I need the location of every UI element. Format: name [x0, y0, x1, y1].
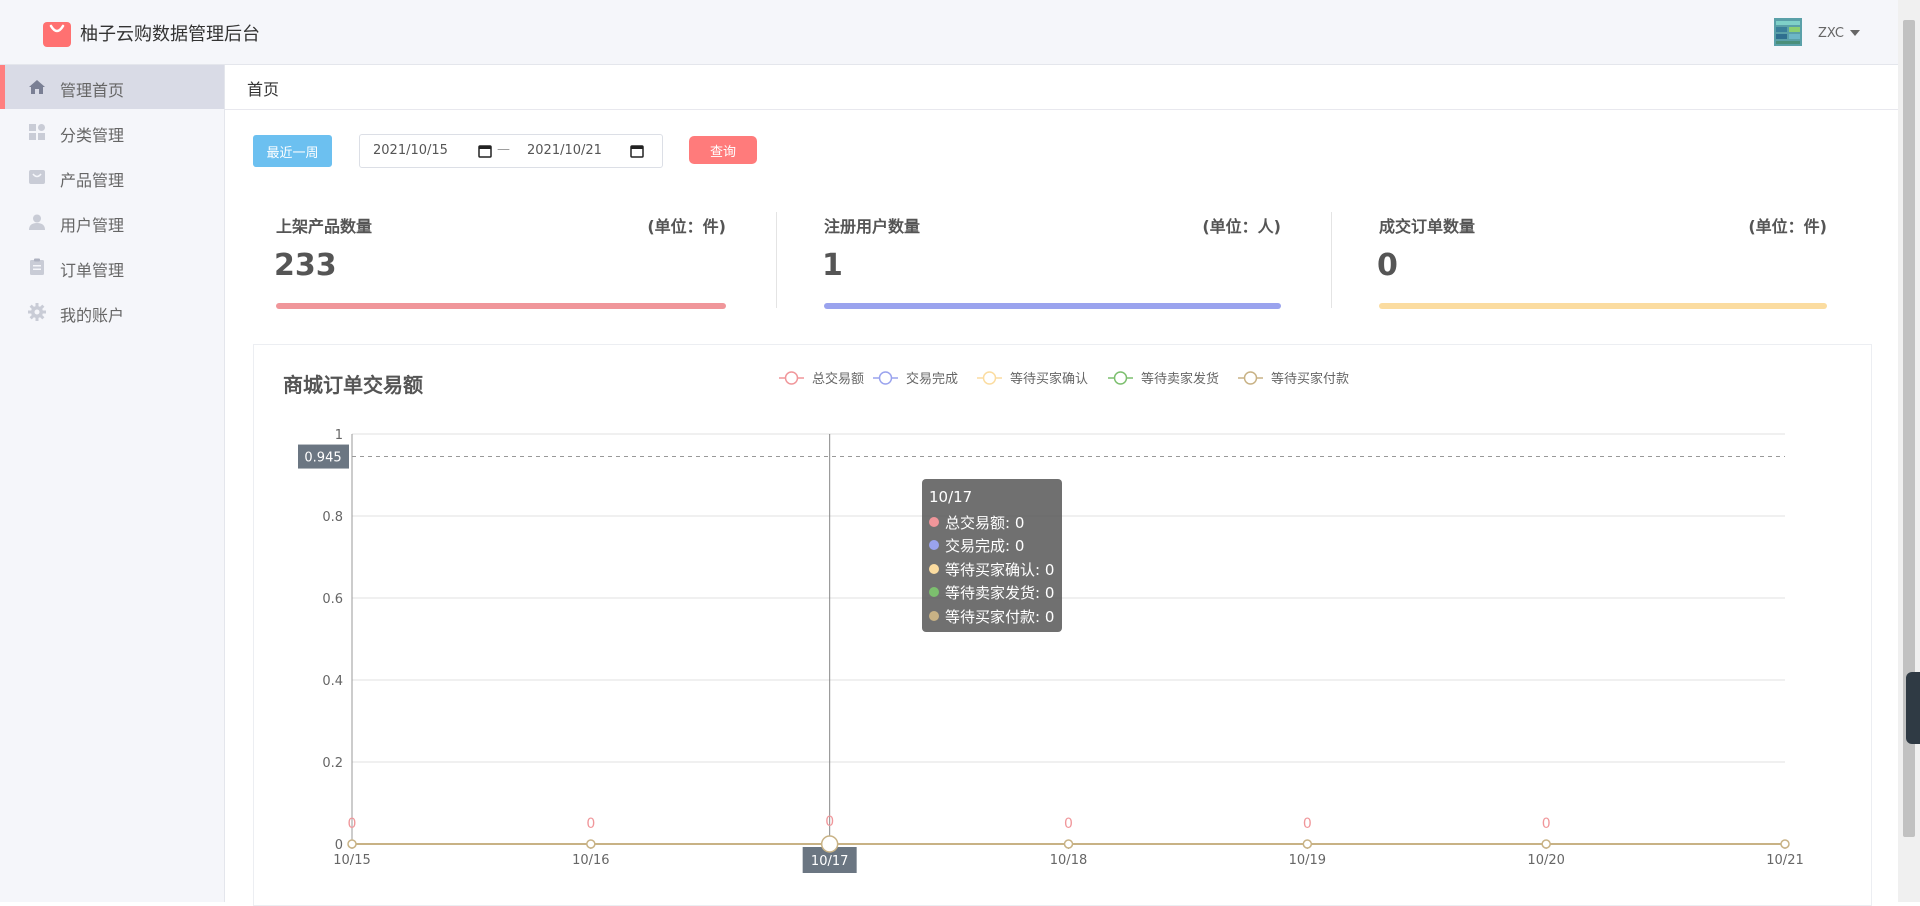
chart-title: 商城订单交易额 — [283, 373, 423, 397]
stat-card-users: 注册用户数量 (单位：人) 1 — [822, 200, 1281, 315]
stat-title: 注册用户数量 — [824, 217, 921, 236]
sidebar-item-label: 订单管理 — [60, 261, 125, 280]
tooltip-text: 等待买家付款: 0 — [945, 607, 1055, 626]
stat-card-products: 上架产品数量 (单位：件) 233 — [274, 200, 726, 315]
date-separator: — — [497, 142, 510, 157]
app-title: 柚子云购数据管理后台 — [80, 24, 260, 45]
stat-title: 上架产品数量 — [276, 217, 373, 236]
sidebar-item-product[interactable]: 产品管理 — [0, 155, 224, 199]
home-icon — [29, 80, 45, 94]
sidebar-item-account[interactable]: 我的账户 — [0, 290, 224, 334]
tooltip-text: 等待买家确认: 0 — [945, 560, 1055, 579]
tooltip-title: 10/17 — [929, 488, 973, 506]
stat-unit: (单位：件) — [1748, 217, 1827, 236]
legend-dot — [929, 517, 939, 527]
stat-value: 233 — [274, 248, 337, 283]
sidebar-item-label: 产品管理 — [60, 171, 125, 190]
sidebar-item-label: 管理首页 — [60, 81, 125, 100]
sidebar-item-orders[interactable]: 订单管理 — [0, 245, 224, 289]
calendar-icon[interactable] — [478, 144, 492, 158]
sidebar-item-category[interactable]: 分类管理 — [0, 110, 224, 154]
tooltip-text: 总交易额: 0 — [945, 513, 1025, 532]
stat-unit: (单位：件) — [647, 217, 726, 236]
sidebar-item-label: 我的账户 — [60, 306, 125, 325]
legend-dot — [929, 587, 939, 597]
user-icon — [29, 214, 45, 230]
legend-dot — [929, 564, 939, 574]
sidebar: 管理首页 分类管理 产品管理 用户管理 订单管理 我的账户 — [0, 65, 225, 902]
legend-dot — [929, 611, 939, 621]
divider — [776, 212, 777, 308]
breadcrumb-bar: 首页 — [225, 65, 1898, 110]
stat-unit: (单位：人) — [1202, 217, 1281, 236]
last-week-button[interactable]: 最近一周 — [253, 135, 332, 167]
start-date-input[interactable]: 2021/10/15 — [373, 143, 448, 158]
tooltip-row: 交易完成: 0 — [929, 534, 1024, 556]
tooltip-row: 等待买家付款: 0 — [929, 605, 1054, 627]
stat-card-orders: 成交订单数量 (单位：件) 0 — [1377, 200, 1827, 315]
product-icon — [29, 170, 45, 184]
chart-panel — [253, 344, 1872, 906]
sidebar-item-label: 用户管理 — [60, 216, 125, 235]
user-menu[interactable]: ZXC — [1818, 24, 1860, 42]
scrollbar[interactable] — [1898, 0, 1920, 902]
stat-bar — [276, 303, 726, 309]
legend-dot — [929, 540, 939, 550]
calendar-icon[interactable] — [630, 144, 644, 158]
stat-bar — [824, 303, 1281, 309]
breadcrumb[interactable]: 首页 — [247, 76, 279, 100]
chart-tooltip: 10/17 总交易额: 0 交易完成: 0 等待买家确认: 0 等待卖家发货: … — [922, 479, 1062, 632]
tooltip-text: 交易完成: 0 — [945, 536, 1025, 555]
tooltip-row: 等待买家确认: 0 — [929, 558, 1054, 580]
avatar[interactable] — [1774, 18, 1802, 46]
tooltip-text: 等待卖家发货: 0 — [945, 583, 1055, 602]
chevron-down-icon — [1849, 30, 1860, 36]
shopping-bag-icon — [43, 22, 71, 47]
date-range-picker[interactable]: 2021/10/15 — 2021/10/21 — [359, 134, 663, 168]
order-icon — [30, 258, 44, 275]
sidebar-item-users[interactable]: 用户管理 — [0, 200, 224, 244]
stat-bar — [1379, 303, 1827, 309]
sidebar-item-home[interactable]: 管理首页 — [0, 65, 224, 109]
stat-title: 成交订单数量 — [1379, 217, 1476, 236]
tooltip-row: 等待卖家发货: 0 — [929, 581, 1054, 603]
stat-value: 1 — [822, 248, 843, 283]
category-icon — [29, 124, 45, 140]
end-date-input[interactable]: 2021/10/21 — [527, 143, 602, 158]
username: ZXC — [1818, 25, 1844, 41]
floating-widget[interactable] — [1906, 672, 1920, 744]
tooltip-row: 总交易额: 0 — [929, 511, 1024, 533]
divider — [1331, 212, 1332, 308]
stat-value: 0 — [1377, 248, 1398, 283]
sidebar-item-label: 分类管理 — [60, 126, 125, 145]
query-button[interactable]: 查询 — [689, 136, 757, 164]
app-header: 柚子云购数据管理后台 ZXC — [0, 0, 1898, 65]
gear-icon — [28, 303, 46, 321]
